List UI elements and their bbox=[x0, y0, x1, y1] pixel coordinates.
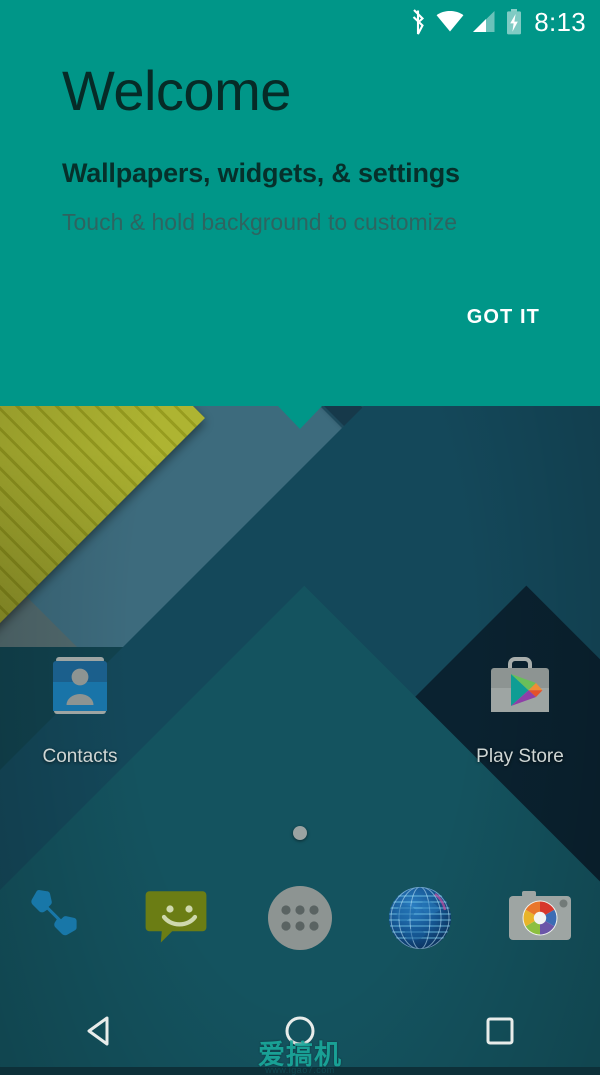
status-bar-clock: 8:13 bbox=[534, 6, 586, 37]
welcome-subtitle: Wallpapers, widgets, & settings bbox=[62, 157, 460, 188]
nav-back[interactable] bbox=[0, 1014, 200, 1048]
dock-phone[interactable] bbox=[0, 878, 120, 958]
app-label: Contacts bbox=[42, 746, 118, 767]
nav-home[interactable] bbox=[200, 1015, 400, 1047]
app-contacts[interactable]: Contacts bbox=[0, 648, 160, 768]
page-indicator bbox=[0, 826, 600, 840]
welcome-action-row: GOT IT bbox=[467, 306, 540, 329]
phone-icon bbox=[20, 878, 100, 958]
dock bbox=[0, 872, 600, 964]
welcome-banner: Welcome Wallpapers, widgets, & settings … bbox=[0, 0, 600, 406]
dock-browser[interactable] bbox=[360, 878, 480, 958]
dock-camera[interactable] bbox=[480, 878, 600, 958]
app-label: Play Store bbox=[476, 746, 564, 767]
app-drawer-icon bbox=[260, 878, 340, 958]
play-store-icon bbox=[480, 648, 560, 728]
got-it-button[interactable]: GOT IT bbox=[467, 306, 540, 329]
bluetooth-icon bbox=[412, 9, 425, 35]
page-dot bbox=[293, 826, 307, 840]
circle-home-icon bbox=[285, 1016, 315, 1046]
messaging-icon bbox=[140, 878, 220, 958]
camera-icon bbox=[500, 878, 580, 958]
wifi-icon bbox=[436, 11, 464, 32]
globe-icon bbox=[380, 878, 460, 958]
cellular-signal-icon bbox=[473, 11, 495, 32]
dock-all-apps[interactable] bbox=[240, 878, 360, 958]
dock-messaging[interactable] bbox=[120, 878, 240, 958]
app-play-store[interactable]: Play Store bbox=[440, 648, 600, 768]
status-bar[interactable]: 8:13 bbox=[0, 0, 600, 44]
navigation-bar bbox=[0, 995, 600, 1067]
home-app-grid: Contacts Play Store bbox=[0, 648, 600, 808]
welcome-banner-pointer bbox=[278, 406, 322, 429]
page-title: Welcome bbox=[62, 59, 291, 122]
welcome-hint-text: Touch & hold background to customize bbox=[62, 208, 458, 235]
nav-recents[interactable] bbox=[400, 1016, 600, 1046]
triangle-back-icon bbox=[87, 1016, 109, 1046]
square-recents-icon bbox=[486, 1017, 514, 1045]
battery-charging-icon bbox=[507, 9, 522, 35]
contacts-icon bbox=[40, 648, 120, 728]
